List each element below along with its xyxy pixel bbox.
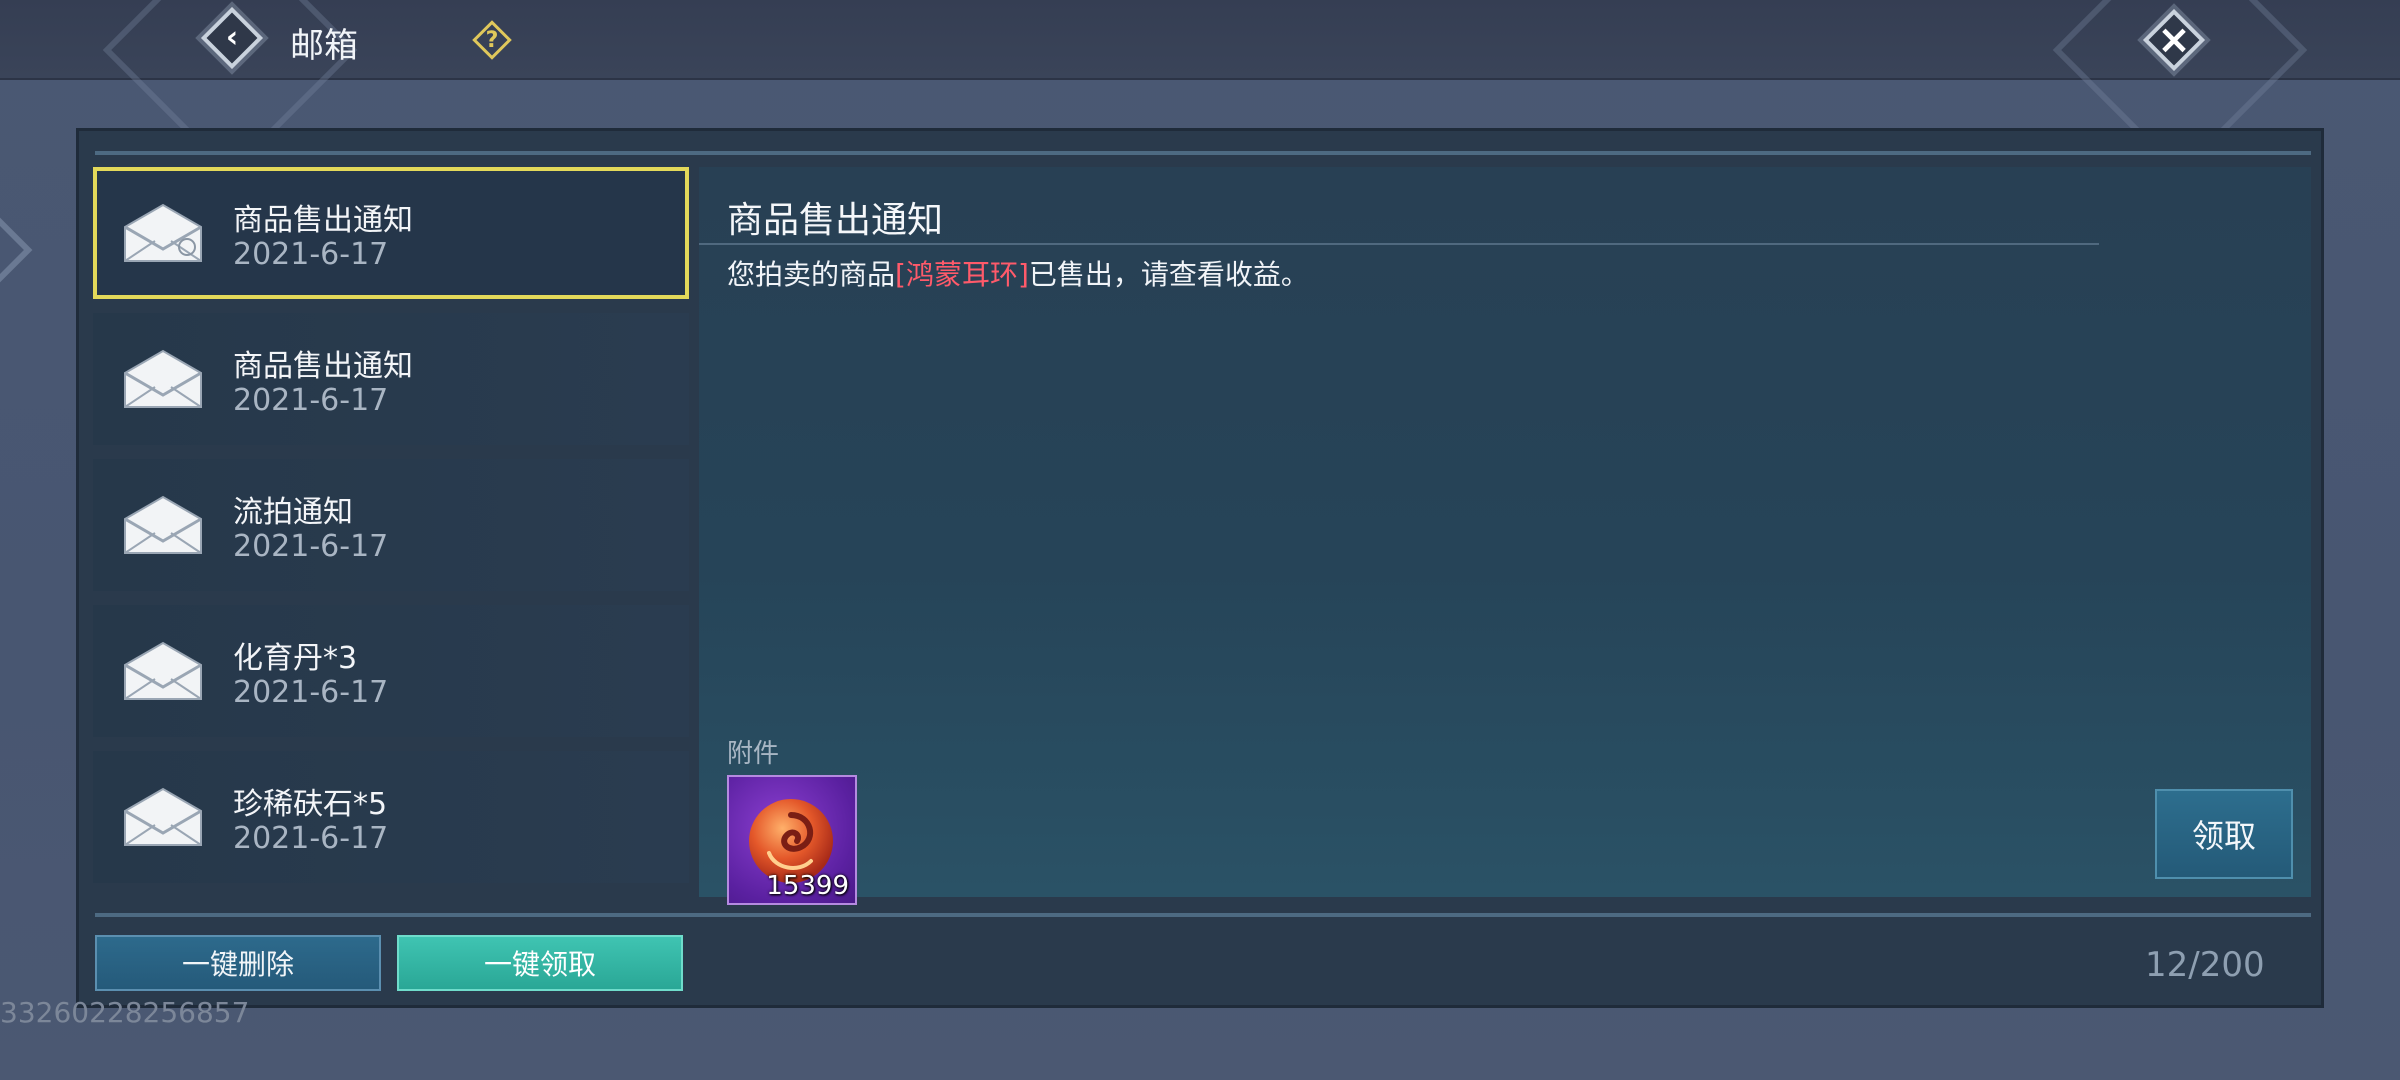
top-bar: ‹ 邮箱 ? × [0,0,2400,178]
mail-item[interactable]: 商品售出通知 2021-6-17 [93,313,689,445]
mail-title: 商品售出通知 [233,203,413,238]
mail-item[interactable]: 商品售出通知 2021-6-17 [93,167,689,299]
mail-date: 2021-6-17 [233,529,389,564]
envelope-icon [124,495,202,554]
panel-divider-bottom [95,913,2311,917]
mail-date: 2021-6-17 [233,675,389,710]
page-title: 邮箱 [290,26,358,66]
mail-title: 商品售出通知 [233,349,413,384]
claim-button[interactable]: 领取 [2155,789,2293,879]
mail-detail-divider [699,243,2099,245]
envelope-icon [124,641,202,700]
panel-divider-top [95,151,2311,155]
left-edge-ornament [0,207,33,293]
delete-all-button[interactable]: 一键删除 [95,935,381,991]
mailbox-panel: 商品售出通知 2021-6-17 商品售出通知 2021-6-17 流拍通知 2… [76,128,2324,1008]
claim-all-button[interactable]: 一键领取 [397,935,683,991]
envelope-icon [124,203,202,262]
mail-date: 2021-6-17 [233,821,389,856]
attachment-count: 15399 [766,871,849,901]
mail-item[interactable]: 化育丹*3 2021-6-17 [93,605,689,737]
mail-date: 2021-6-17 [233,383,389,418]
mail-detail-pane: 商品售出通知 您拍卖的商品[鸿蒙耳环]已售出，请查看收益。 附件 15399 领… [699,167,2311,905]
attachment-label: 附件 [727,739,780,769]
help-button[interactable]: ? [472,20,512,60]
mail-count: 12/200 [2145,945,2265,985]
back-button[interactable]: ‹ [200,6,264,70]
mail-list[interactable]: 商品售出通知 2021-6-17 商品售出通知 2021-6-17 流拍通知 2… [93,167,693,897]
mail-detail-body: 您拍卖的商品[鸿蒙耳环]已售出，请查看收益。 [727,253,1309,293]
item-name-link: [鸿蒙耳环] [895,258,1029,291]
close-button[interactable]: × [2142,8,2206,72]
mail-item[interactable]: 珍稀砆石*5 2021-6-17 [93,751,689,883]
mail-item[interactable]: 流拍通知 2021-6-17 [93,459,689,591]
question-icon: ? [485,27,499,53]
user-id-text: 33260228256857 [0,996,250,1029]
attachment-item[interactable]: 15399 [727,775,857,905]
body-prefix: 您拍卖的商品 [727,258,896,291]
back-arrow-icon: ‹ [225,20,239,55]
mail-title: 化育丹*3 [233,641,358,676]
mail-title: 流拍通知 [233,495,353,530]
envelope-icon [124,349,202,408]
close-icon: × [2157,17,2191,63]
envelope-icon [124,787,202,846]
mail-date: 2021-6-17 [233,237,389,272]
body-suffix: 已售出，请查看收益。 [1028,258,1309,291]
mail-title: 珍稀砆石*5 [233,787,388,822]
mail-detail-title: 商品售出通知 [727,200,944,241]
